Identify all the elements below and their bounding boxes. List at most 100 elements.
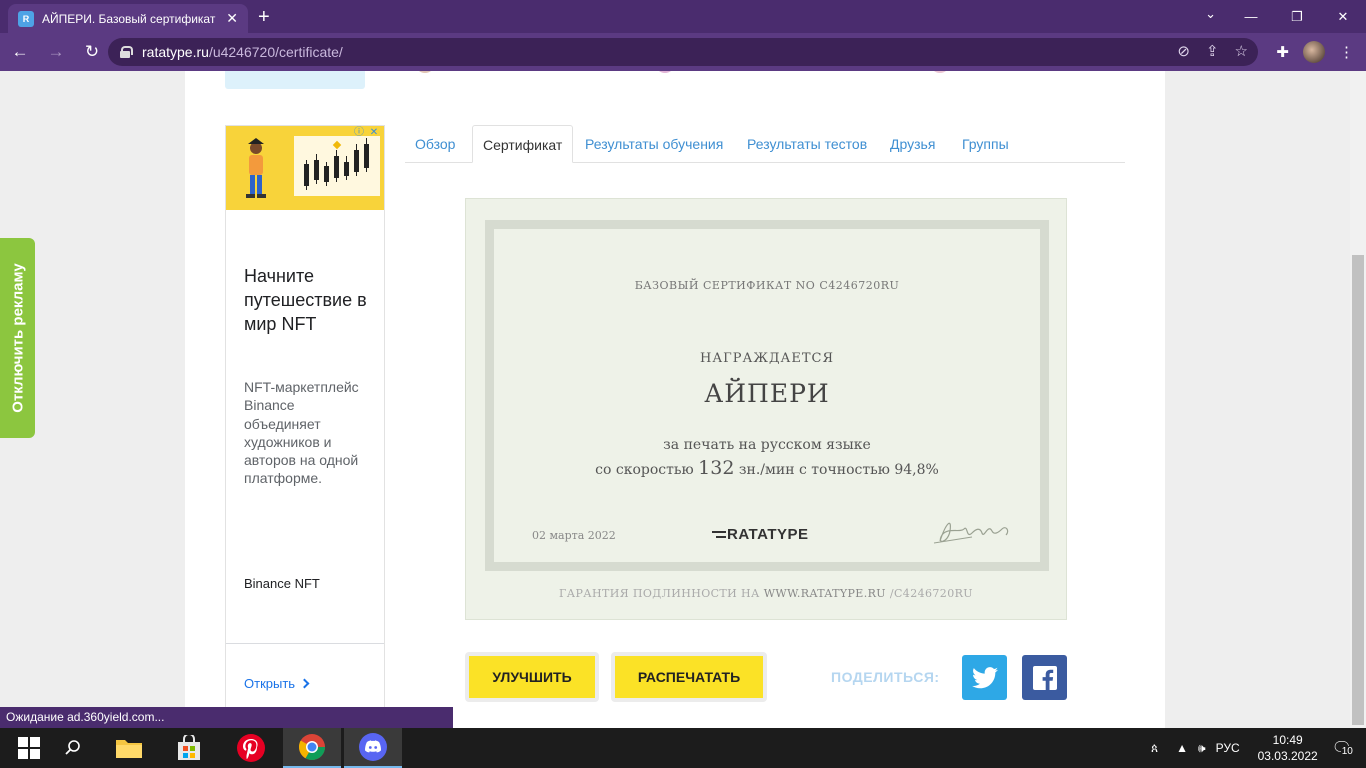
ad-body-text: NFT-маркетплейс Binance объединяет худож… xyxy=(244,379,359,487)
speed-value: 132 xyxy=(698,457,735,479)
guarantee-suffix: /C4246720RU xyxy=(889,587,973,600)
profile-card-fragment xyxy=(225,71,365,89)
certificate: БАЗОВЫЙ СЕРТИФИКАТ NO C4246720RU НАГРАЖД… xyxy=(465,198,1067,620)
tab-friends[interactable]: Друзья xyxy=(890,125,935,163)
disable-ads-tab[interactable]: Отключить рекламу xyxy=(0,238,35,438)
taskbar-discord[interactable] xyxy=(344,728,402,768)
facebook-icon xyxy=(1032,665,1057,690)
taskbar-clock[interactable]: 10:49 03.03.2022 xyxy=(1258,732,1318,764)
tab-overview[interactable]: Обзор xyxy=(415,125,455,163)
back-icon[interactable]: ← xyxy=(4,42,36,62)
ratatype-logo-text: RATATYPE xyxy=(727,526,809,543)
tab-search-icon[interactable]: ⌄ xyxy=(1205,6,1216,22)
main-content: ⓘ ✕ Начните путешествие в мир NFT NFT-ма… xyxy=(185,71,1165,728)
lock-icon[interactable] xyxy=(120,46,133,58)
menu-kebab-icon[interactable]: ⋮ xyxy=(1339,43,1354,61)
ad-headline[interactable]: Начните путешествие в мир NFT xyxy=(244,264,374,336)
ratatype-logo-icon xyxy=(712,530,726,539)
ratatype-favicon-icon: R xyxy=(18,10,34,27)
show-hidden-icons-icon[interactable]: ▲ xyxy=(1176,741,1188,755)
ad-open-link[interactable]: Открыть xyxy=(244,676,310,691)
taskbar-store[interactable] xyxy=(160,728,218,768)
share-page-icon[interactable]: ⇪ xyxy=(1206,42,1219,60)
candlestick-graphic xyxy=(304,138,369,190)
ad-candlestick-chart xyxy=(294,136,380,196)
browser-status-bar: Ожидание ad.360yield.com... xyxy=(0,707,453,728)
volume-icon[interactable]: 🕪 xyxy=(1198,741,1206,756)
browser-tab[interactable]: R АЙПЕРИ. Базовый сертификат п ✕ xyxy=(8,4,248,33)
tab-certificate[interactable]: Сертификат xyxy=(472,125,574,163)
windows-logo-icon xyxy=(18,737,40,759)
taskbar-chrome[interactable] xyxy=(283,728,341,768)
clock-date: 03.03.2022 xyxy=(1257,749,1318,763)
ad-panel[interactable]: ⓘ ✕ Начните путешествие в мир NFT NFT-ма… xyxy=(225,125,385,728)
twitter-share-button[interactable] xyxy=(962,655,1007,700)
stat-icon-fragment xyxy=(655,71,675,73)
stat-icon-fragment xyxy=(930,71,950,73)
facebook-share-button[interactable] xyxy=(1022,655,1067,700)
share-label: ПОДЕЛИТЬСЯ: xyxy=(831,669,940,685)
ad-open-label: Открыть xyxy=(244,676,296,691)
input-language[interactable]: РУС xyxy=(1216,741,1240,755)
people-icon[interactable]: ጰ xyxy=(1151,741,1158,756)
discord-icon xyxy=(359,733,387,761)
certificate-awarded-label: НАГРАЖДАЕТСЯ xyxy=(699,351,834,366)
taskbar-search-button[interactable] xyxy=(44,728,102,768)
ad-brand[interactable]: Binance NFT xyxy=(244,576,320,591)
forward-icon[interactable]: → xyxy=(40,42,72,62)
speed-suffix: зн./мин с точностью 94,8% xyxy=(738,462,939,478)
store-icon xyxy=(178,735,200,760)
address-bar[interactable]: ratatype.ru/u4246720/certificate/ ⊘ ⇪ ☆ xyxy=(108,38,1258,66)
url-path: /u4246720/certificate/ xyxy=(208,44,343,60)
profile-avatar[interactable] xyxy=(1303,41,1325,63)
certificate-frame: БАЗОВЫЙ СЕРТИФИКАТ NO C4246720RU НАГРАЖД… xyxy=(485,220,1049,571)
browser-tab-title: АЙПЕРИ. Базовый сертификат п xyxy=(42,11,219,26)
certificate-number: БАЗОВЫЙ СЕРТИФИКАТ NO C4246720RU xyxy=(634,279,900,292)
taskbar-pinterest[interactable] xyxy=(222,728,280,768)
certificate-speed-line: со скоростью 132 зн./мин с точностью 94,… xyxy=(494,457,1040,479)
disable-ads-label: Отключить рекламу xyxy=(9,263,27,413)
close-window-icon[interactable]: ✕ xyxy=(1320,9,1366,25)
minimize-icon[interactable]: — xyxy=(1228,9,1274,24)
page-background: ⓘ ✕ Начните путешествие в мир NFT NFT-ма… xyxy=(0,71,1350,728)
bookmark-star-icon[interactable]: ☆ xyxy=(1235,42,1248,60)
browser-toolbar: ← → ↻ ratatype.ru/u4246720/certificate/ … xyxy=(0,33,1366,71)
browser-tab-strip: R АЙПЕРИ. Базовый сертификат п ✕ + ⌄ — ❐… xyxy=(0,0,1366,33)
folder-icon xyxy=(116,740,142,758)
reload-icon[interactable]: ↻ xyxy=(76,42,108,62)
certificate-date: 02 марта 2022 xyxy=(532,529,616,542)
guarantee-site-link[interactable]: WWW.RATATYPE.RU xyxy=(764,587,886,600)
close-tab-icon[interactable]: ✕ xyxy=(226,10,238,27)
tab-learning-results[interactable]: Результаты обучения xyxy=(585,125,723,163)
new-tab-icon[interactable]: + xyxy=(258,6,270,29)
ad-info-icon[interactable]: ⓘ xyxy=(353,127,365,139)
tab-test-results[interactable]: Результаты тестов xyxy=(747,125,867,163)
notifications-icon[interactable]: 🗨10 xyxy=(1332,738,1354,758)
ad-close-icon[interactable]: ✕ xyxy=(368,127,380,139)
certificate-language-line: за печать на русском языке xyxy=(663,437,871,453)
print-button[interactable]: РАСПЕЧАТАТЬ xyxy=(611,652,767,702)
guarantee-prefix: ГАРАНТИЯ ПОДЛИННОСТИ НА xyxy=(559,587,760,600)
ad-divider xyxy=(226,643,384,644)
improve-button[interactable]: УЛУЧШИТЬ xyxy=(465,652,599,702)
certificate-recipient-name: АЙПЕРИ xyxy=(704,379,830,408)
clock-time: 10:49 xyxy=(1272,733,1303,747)
ad-person-illustration xyxy=(246,138,266,198)
ratatype-logo: RATATYPE xyxy=(712,526,809,543)
speed-prefix: со скоростью xyxy=(595,462,694,478)
twitter-icon xyxy=(971,666,998,688)
ad-banner-image[interactable]: ⓘ ✕ xyxy=(226,126,384,210)
pinterest-icon xyxy=(237,734,265,762)
chrome-icon xyxy=(298,734,326,761)
taskbar-file-explorer[interactable] xyxy=(100,728,158,768)
stat-icon-fragment xyxy=(415,71,435,73)
windows-taskbar: ጰ ▲ 🕪 РУС 10:49 03.03.2022 🗨10 xyxy=(0,728,1366,768)
profile-tabs: Обзор Сертификат Результаты обучения Рез… xyxy=(405,125,1125,163)
restore-icon[interactable]: ❐ xyxy=(1274,9,1320,25)
eye-slash-icon[interactable]: ⊘ xyxy=(1177,42,1190,60)
certificate-guarantee: ГАРАНТИЯ ПОДЛИННОСТИ НА WWW.RATATYPE.RU … xyxy=(466,587,1066,600)
extensions-icon[interactable]: ✚ xyxy=(1276,43,1289,61)
scrollbar-thumb[interactable] xyxy=(1352,255,1364,725)
signature-image xyxy=(933,522,1009,544)
tab-groups[interactable]: Группы xyxy=(962,125,1009,163)
